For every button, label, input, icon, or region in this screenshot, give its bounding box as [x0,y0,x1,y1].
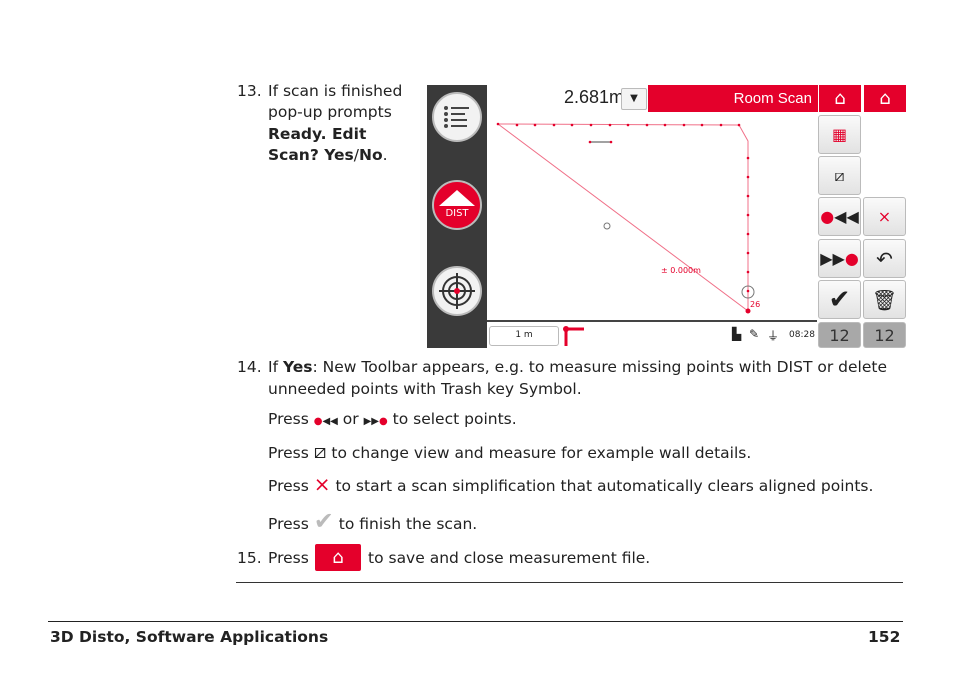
wall-view-icon: ⧄ [834,165,845,185]
check-icon: ✔ [828,284,851,315]
simplify-button[interactable]: ⨯ [863,197,906,236]
next-point-icon: ▶▶● [363,416,388,427]
divider [236,582,903,583]
undo-button[interactable]: ↶ [863,239,906,278]
point-label: 26 [750,300,760,309]
step-text: unneeded points with Trash key Symbol. [268,380,582,398]
check-icon: ✔ [313,507,334,535]
position-marker [603,222,611,230]
previous-point-button[interactable]: ●◀◀ [818,197,861,236]
device-screenshot: DIST 2.681m ▼ Room Scan ⌂ ⌂ ± 0.000m 26 … [427,85,906,348]
scan-outline [497,123,749,312]
3d-view-button[interactable]: ▦ [818,115,861,154]
finish-button[interactable]: ✔ [818,280,861,319]
footer-divider [48,621,903,622]
3d-view-icon: ▦ [831,125,848,144]
page-number: 152 [868,628,901,646]
step-number: 14. [237,358,262,376]
instruction-line: Press ●◀◀ or ▶▶● to select points. [268,410,517,428]
footer-title: 3D Disto, Software Applications [50,628,329,646]
step-text: Scan? Yes/No. [268,146,388,164]
tolerance-label: ± 0.000m [661,266,701,275]
previous-point-icon: ●◀◀ [820,207,859,226]
step-text: pop-up prompts [268,103,392,121]
wall-view-icon: ⧄ [313,439,327,463]
undo-icon: ↶ [876,246,893,271]
next-point-button[interactable]: ▶▶● [818,239,861,278]
step-text: Press [268,549,309,567]
simplify-icon: ⨯ [877,207,892,226]
laser-indicator-icon [563,326,584,346]
instruction-line: Press ✔ to finish the scan. [268,507,478,535]
scale-bar: 1 m [489,326,559,346]
step-text: If Yes: New Toolbar appears, e.g. to mea… [268,358,887,376]
page-toggle[interactable]: 12 [818,322,861,348]
step-text: Ready. Edit [268,125,367,143]
status-bar: 1 m ▙ ✎ ⏚ 08:28 [487,320,817,348]
step-text: to save and close measurement file. [368,549,651,567]
home-icon: ⌂ [315,544,361,571]
power-plug-icon: ⏚ [767,329,780,343]
step-number: 15. [237,549,262,567]
wall-view-button[interactable]: ⧄ [818,156,861,195]
connection-icon: ✎ [749,327,760,341]
trash-button[interactable]: 🗑 [863,280,906,319]
clock: 08:28 [789,330,815,340]
instruction-line: Press ⨯ to start a scan simplification t… [268,472,874,496]
previous-point-icon: ●◀◀ [313,416,338,427]
trash-icon: 🗑 [871,287,898,312]
instruction-line: Press ⧄ to change view and measure for e… [268,439,752,463]
battery-icon: ▙ [732,327,742,341]
next-point-icon: ▶▶● [820,249,859,268]
page-toggle-2[interactable]: 12 [863,322,906,348]
simplify-icon: ⨯ [313,472,331,496]
step-text: If scan is finished [268,82,403,100]
step-number: 13. [237,82,262,100]
